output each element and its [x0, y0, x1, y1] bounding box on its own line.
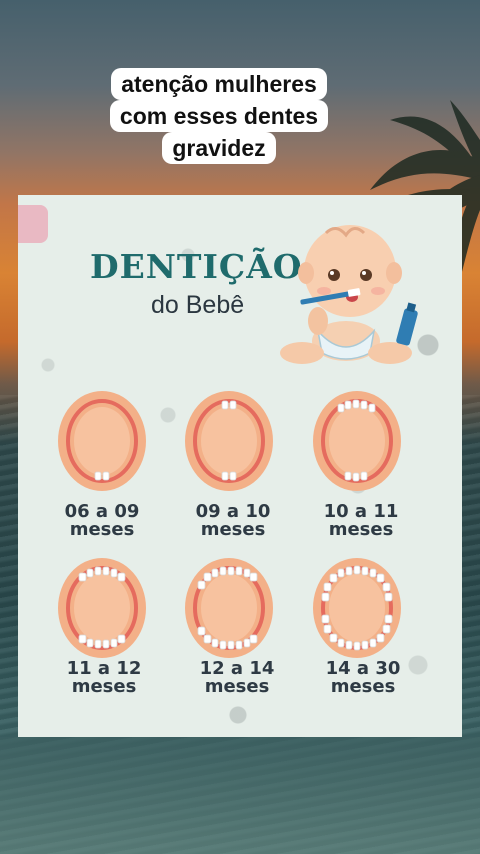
mouth-diagram-5 — [185, 558, 273, 658]
caption-line-2: com esses dentes — [109, 100, 329, 132]
stage-unit: meses — [69, 519, 135, 540]
caption-box: atenção mulheres com esses dentes gravid… — [96, 68, 342, 164]
dentition-card: DENTIÇÃO do Bebê 06 a 09 meses 09 a 10 m… — [18, 195, 462, 737]
stage-label-5: 12 a 14 meses — [182, 660, 292, 696]
mouth-diagram-4 — [58, 558, 146, 658]
mouth-diagram-2 — [185, 391, 273, 491]
stage-label-6: 14 a 30 meses — [308, 660, 418, 696]
stage-label-1: 06 a 09 meses — [47, 503, 157, 539]
stage-label-2: 09 a 10 meses — [178, 503, 288, 539]
caption-line-1: atenção mulheres — [111, 68, 327, 100]
corner-tab — [18, 205, 48, 243]
toothpaste-icon — [396, 302, 418, 346]
mouth-diagram-6 — [313, 558, 401, 658]
stage-label-3: 10 a 11 meses — [306, 503, 416, 539]
card-subtitle: do Bebê — [151, 291, 245, 319]
sea-foreground — [0, 737, 480, 854]
stage-unit: meses — [71, 676, 137, 697]
stage-unit: meses — [330, 676, 396, 697]
mouth-diagram-3 — [313, 391, 401, 491]
mouth-diagram-1 — [58, 391, 146, 491]
caption-line-3: gravidez — [162, 132, 276, 164]
stage-unit: meses — [328, 519, 394, 540]
stage-unit: meses — [200, 519, 266, 540]
stage-label-4: 11 a 12 meses — [49, 660, 159, 696]
baby-illustration — [280, 225, 418, 364]
stage-unit: meses — [204, 676, 270, 697]
